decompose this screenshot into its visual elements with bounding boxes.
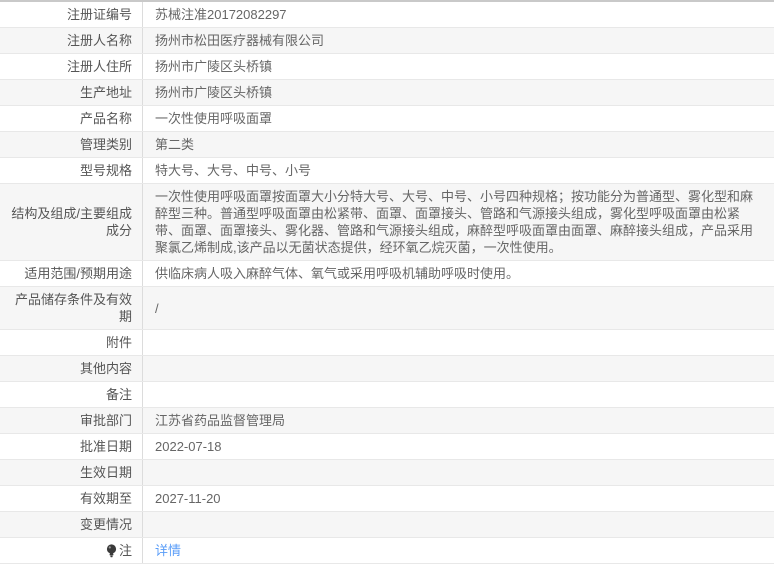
table-row: 其他内容: [0, 356, 774, 382]
table-row: 管理类别 第二类: [0, 132, 774, 158]
row-value-text: 扬州市广陵区头桥镇: [155, 85, 273, 100]
row-label: 型号规格: [0, 158, 143, 183]
detail-link[interactable]: 详情: [155, 542, 181, 559]
table-row: 生效日期: [0, 460, 774, 486]
table-row: 注册证编号 苏械注准20172082297: [0, 2, 774, 28]
table-row: 适用范围/预期用途 供临床病人吸入麻醉气体、氧气或采用呼吸机辅助呼吸时使用。: [0, 261, 774, 287]
table-row: 备注: [0, 382, 774, 408]
table-row: 批准日期 2022-07-18: [0, 434, 774, 460]
table-row: 注册人名称 扬州市松田医疗器械有限公司: [0, 28, 774, 54]
row-label: 生产地址: [0, 80, 143, 105]
row-value: [143, 460, 774, 485]
row-value: 扬州市广陵区头桥镇: [143, 54, 774, 79]
row-label: 生效日期: [0, 460, 143, 485]
row-value: [143, 382, 774, 407]
row-value-text: 2027-11-20: [155, 491, 221, 506]
table-row: 变更情况: [0, 512, 774, 538]
row-value-text: 一次性使用呼吸面罩: [155, 111, 273, 126]
table-row: 注册人住所 扬州市广陵区头桥镇: [0, 54, 774, 80]
row-label: 注: [0, 538, 143, 563]
row-label: 备注: [0, 382, 143, 407]
row-value: 2027-11-20: [143, 486, 774, 511]
table-row: 结构及组成/主要组成成分 一次性使用呼吸面罩按面罩大小分特大号、大号、中号、小号四…: [0, 184, 774, 261]
row-value-text: 供临床病人吸入麻醉气体、氧气或采用呼吸机辅助呼吸时使用。: [155, 266, 520, 281]
row-value-text: 扬州市松田医疗器械有限公司: [155, 33, 325, 48]
table-row: 产品储存条件及有效期 /: [0, 287, 774, 330]
row-value-text: /: [155, 300, 159, 316]
row-label: 注册人住所: [0, 54, 143, 79]
row-label: 注册证编号: [0, 2, 143, 27]
row-label: 附件: [0, 330, 143, 355]
row-value-text: 2022-07-18: [155, 439, 222, 454]
row-label: 有效期至: [0, 486, 143, 511]
row-value-text: 第二类: [155, 137, 195, 152]
row-value: 2022-07-18: [143, 434, 774, 459]
row-value: /: [143, 287, 774, 329]
row-value: 扬州市广陵区头桥镇: [143, 80, 774, 105]
row-value: [143, 512, 774, 537]
lightbulb-icon: [106, 543, 117, 557]
row-label: 管理类别: [0, 132, 143, 157]
registration-info-table: 注册证编号 苏械注准20172082297 注册人名称 扬州市松田医疗器械有限公司 注册…: [0, 0, 774, 564]
row-label: 变更情况: [0, 512, 143, 537]
table-row: 附件: [0, 330, 774, 356]
table-row: 有效期至 2027-11-20: [0, 486, 774, 512]
row-value: 扬州市松田医疗器械有限公司: [143, 28, 774, 53]
row-value: 供临床病人吸入麻醉气体、氧气或采用呼吸机辅助呼吸时使用。: [143, 261, 774, 286]
row-value: 第二类: [143, 132, 774, 157]
row-label: 审批部门: [0, 408, 143, 433]
row-value: 苏械注准20172082297: [143, 2, 774, 27]
row-value: [143, 356, 774, 381]
row-value-text: 江苏省药品监督管理局: [155, 413, 286, 428]
row-value: 特大号、大号、中号、小号: [143, 158, 774, 183]
table-row: 注 详情: [0, 538, 774, 564]
row-value: 江苏省药品监督管理局: [143, 408, 774, 433]
row-label: 其他内容: [0, 356, 143, 381]
row-value-text: 苏械注准20172082297: [155, 7, 287, 22]
row-label: 产品储存条件及有效期: [0, 287, 143, 329]
table-row: 产品名称 一次性使用呼吸面罩: [0, 106, 774, 132]
row-value: 一次性使用呼吸面罩: [143, 106, 774, 131]
row-label: 结构及组成/主要组成成分: [0, 184, 143, 260]
row-value: 详情: [143, 538, 774, 563]
row-label-text: 注: [118, 543, 132, 558]
row-value-text: 扬州市广陵区头桥镇: [155, 59, 273, 74]
row-value-text: 特大号、大号、中号、小号: [155, 163, 312, 178]
row-value: 一次性使用呼吸面罩按面罩大小分特大号、大号、中号、小号四种规格；按功能分为普通型…: [143, 184, 774, 260]
row-label: 注册人名称: [0, 28, 143, 53]
row-label: 产品名称: [0, 106, 143, 131]
row-label: 适用范围/预期用途: [0, 261, 143, 286]
table-row: 型号规格 特大号、大号、中号、小号: [0, 158, 774, 184]
row-value: [143, 330, 774, 355]
row-label: 批准日期: [0, 434, 143, 459]
row-value-text: 一次性使用呼吸面罩按面罩大小分特大号、大号、中号、小号四种规格；按功能分为普通型…: [155, 189, 754, 255]
table-row: 生产地址 扬州市广陵区头桥镇: [0, 80, 774, 106]
table-row: 审批部门 江苏省药品监督管理局: [0, 408, 774, 434]
